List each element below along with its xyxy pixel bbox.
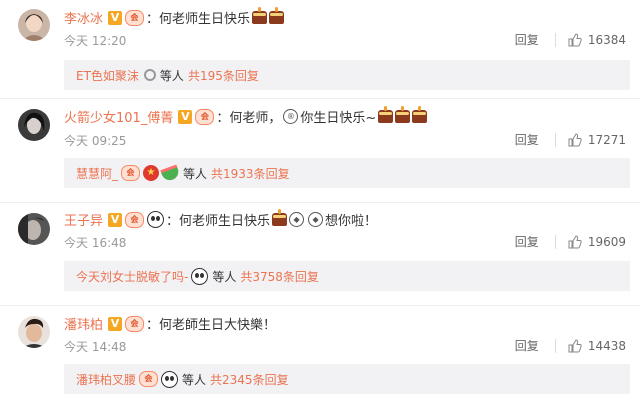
like-count: 14438 [587, 338, 626, 353]
vip-member-icon: 会 [139, 371, 159, 387]
comment-text: 何老師生日大快樂！ [159, 318, 277, 333]
like-count: 17271 [587, 132, 626, 147]
reply-user-name[interactable]: 慧慧阿_ [76, 165, 118, 182]
comment-text: 何老师生日快乐 [159, 12, 251, 27]
birthday-cake-icon [378, 106, 394, 123]
comment-text-continued: 你生日快乐~ [300, 111, 377, 126]
panda-icon [147, 211, 165, 228]
reply-button[interactable]: 回复 [515, 337, 539, 354]
comment-time: 今天 14:48 [64, 340, 127, 354]
comment-item: 潘玮柏 V 会 ： 何老師生日大快樂！ 今天 14:48 回复 14438 潘玮… [0, 306, 640, 406]
vip-member-icon: 会 [195, 108, 215, 125]
birthday-cake-icon [252, 7, 268, 24]
comment-item: 火箭少女101_傅菁 V 会 ： 何老师， ® 你生日快乐~ 今天 09:25 … [0, 99, 640, 203]
star-badge-icon: ★ [143, 165, 160, 181]
reply-button[interactable]: 回复 [515, 131, 539, 148]
reply-preview[interactable]: 潘玮柏叉腰 会 等人 共2345条回复 [64, 364, 630, 394]
thumbs-up-icon [568, 32, 582, 46]
commenter-name[interactable]: 火箭少女101_傅菁 [64, 107, 173, 126]
comment-time: 今天 16:48 [64, 236, 127, 250]
birthday-cake-icon [395, 106, 411, 123]
birthday-cake-icon [272, 209, 288, 226]
verified-v-icon: V [108, 212, 123, 227]
verified-v-icon: V [108, 316, 123, 331]
like-button[interactable]: 14438 [568, 339, 626, 353]
reply-count-link[interactable]: 共1933条回复 [211, 165, 290, 182]
avatar[interactable] [18, 9, 50, 41]
thumbs-up-icon [568, 338, 582, 352]
reply-user-name[interactable]: ET色如聚沫 [76, 67, 139, 84]
comment-time: 今天 09:25 [64, 134, 127, 148]
thumbs-up-icon [568, 132, 582, 146]
panda-icon [161, 370, 179, 388]
avatar[interactable] [18, 213, 50, 245]
like-button[interactable]: 16384 [568, 33, 626, 47]
vip-member-icon: 会 [125, 9, 145, 26]
birthday-cake-icon [269, 7, 285, 24]
reply-count-link[interactable]: 共195条回复 [188, 67, 259, 84]
reply-user-name[interactable]: 今天刘女士脱敏了吗- [76, 268, 188, 285]
comment-text-continued: 想你啦！ [325, 214, 378, 229]
reply-count-link[interactable]: 共2345条回复 [210, 371, 289, 388]
like-count: 16384 [587, 32, 626, 47]
verified-v-icon: V [178, 109, 193, 124]
vip-member-icon: 会 [121, 165, 141, 181]
avatar[interactable] [18, 109, 50, 141]
verified-v-icon: V [108, 10, 123, 25]
reply-button[interactable]: 回复 [515, 233, 539, 250]
reply-preview[interactable]: ET色如聚沫 等人 共195条回复 [64, 60, 630, 90]
vip-member-icon: 会 [125, 315, 145, 332]
like-button[interactable]: 17271 [568, 133, 626, 147]
emoji-icon: ◆ [289, 212, 305, 227]
commenter-name[interactable]: 王子异 [64, 210, 103, 229]
reply-preview[interactable]: 今天刘女士脱敏了吗- 等人 共3758条回复 [64, 261, 630, 291]
ring-icon [143, 69, 156, 81]
reply-preview[interactable]: 慧慧阿_ 会 ★ 等人 共1933条回复 [64, 158, 630, 188]
like-button[interactable]: 19609 [568, 235, 626, 249]
reply-button[interactable]: 回复 [515, 31, 539, 48]
reply-user-name[interactable]: 潘玮柏叉腰 [76, 371, 136, 388]
emoji-icon: ® [283, 109, 299, 124]
commenter-name[interactable]: 李冰冰 [64, 8, 103, 27]
comment-text: 何老师， [229, 111, 282, 126]
comment-text: 何老师生日快乐 [179, 214, 271, 229]
birthday-cake-icon [412, 106, 428, 123]
emoji-icon: ◆ [308, 212, 324, 227]
comment-time: 今天 12:20 [64, 34, 127, 48]
reply-count-link[interactable]: 共3758条回复 [240, 268, 319, 285]
panda-icon [191, 267, 209, 285]
comment-item: 李冰冰 V 会 ： 何老师生日快乐 今天 12:20 回复 16384 ET色如… [0, 0, 640, 99]
vip-member-icon: 会 [125, 211, 145, 228]
comment-item: 王子异 V 会 ： 何老师生日快乐 ◆ ◆ 想你啦！ 今天 16:48 回复 1… [0, 203, 640, 306]
watermelon-icon [160, 163, 181, 183]
commenter-name[interactable]: 潘玮柏 [64, 314, 103, 333]
avatar[interactable] [18, 316, 50, 348]
like-count: 19609 [587, 234, 626, 249]
thumbs-up-icon [568, 234, 582, 248]
